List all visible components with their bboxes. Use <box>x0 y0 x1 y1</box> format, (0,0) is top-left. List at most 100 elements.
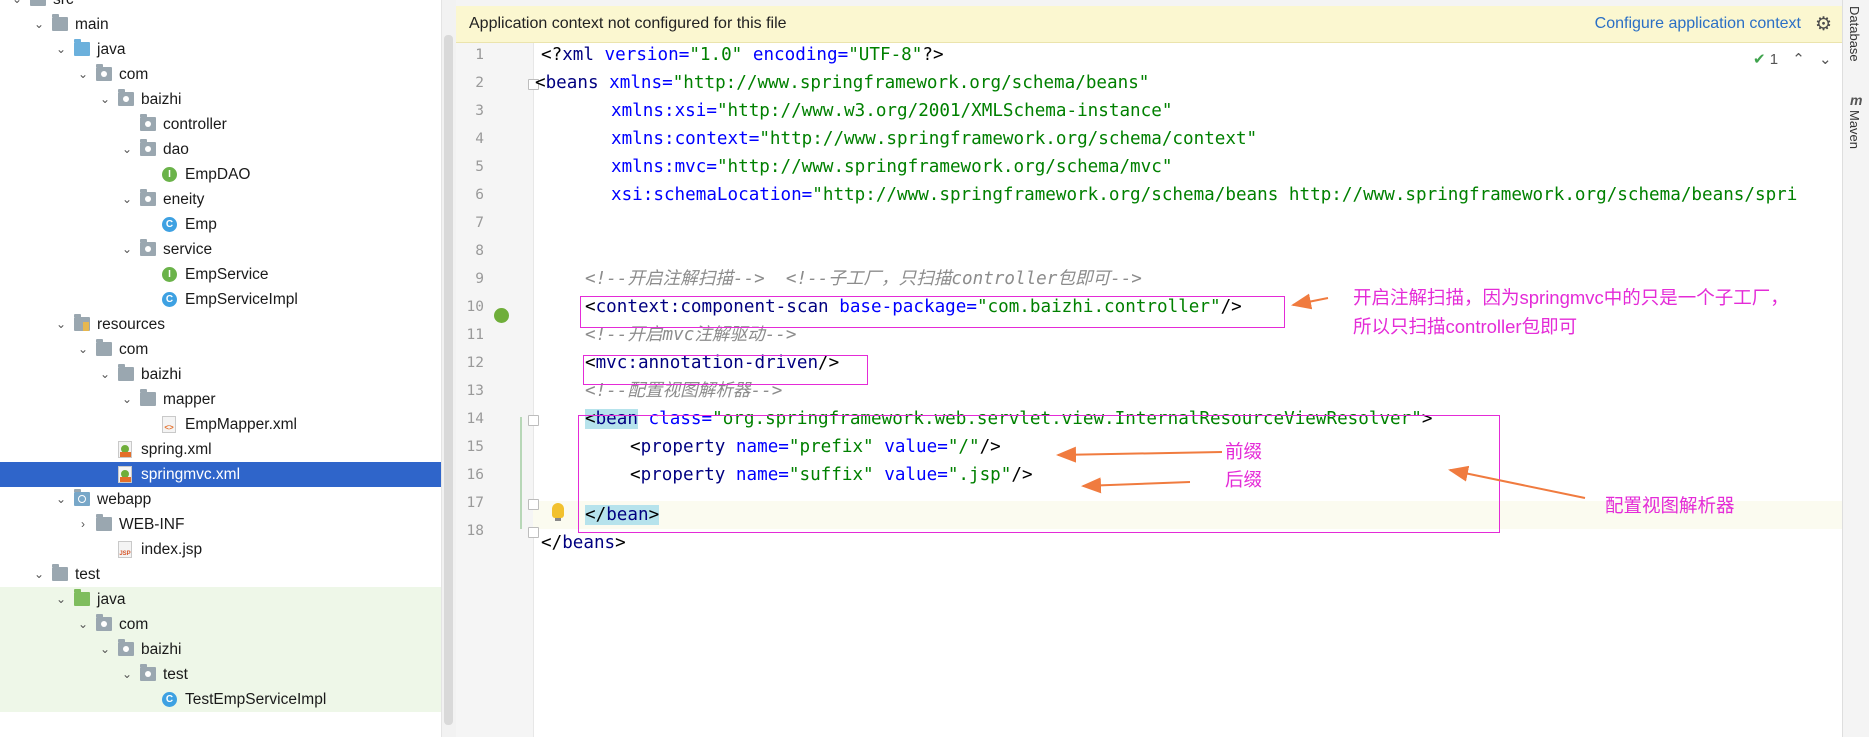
chevron-down-icon[interactable]: ⌄ <box>54 587 68 612</box>
tree-item[interactable]: C EmpServiceImpl <box>0 287 441 312</box>
tree-item[interactable]: ⌄ webapp <box>0 487 441 512</box>
test-folder-icon <box>74 589 90 606</box>
line-number: 11 <box>466 327 484 343</box>
project-tree[interactable]: ⌄ src ⌄ main ⌄ java ⌄ com ⌄ baizhi controller ⌄ dao I… <box>0 0 441 737</box>
chevron-down-icon[interactable]: ⌄ <box>120 662 134 687</box>
chevron-down-icon[interactable]: ⌄ <box>32 562 46 587</box>
tree-item-label: Emp <box>185 216 217 233</box>
chevron-down-icon[interactable]: ⌄ <box>120 137 134 162</box>
tree-item[interactable]: ⌄ com <box>0 612 441 637</box>
fold-marker-icon[interactable] <box>528 499 539 510</box>
spring-bean-gutter-icon[interactable] <box>494 308 509 323</box>
chevron-down-icon[interactable]: ⌄ <box>120 237 134 262</box>
folder-icon <box>96 514 112 531</box>
code-line-1[interactable]: <?xml version="1.0" encoding="UTF-8"?> <box>541 41 944 69</box>
package-icon <box>140 664 156 681</box>
inspection-widget[interactable]: ✔ 1 ⌃ ⌄ <box>1753 50 1832 68</box>
gear-icon[interactable]: ⚙ <box>1815 13 1832 36</box>
tree-item[interactable]: <> EmpMapper.xml <box>0 412 441 437</box>
tree-item[interactable]: ⌄ test <box>0 662 441 687</box>
chevron-down-icon[interactable]: ⌄ <box>32 12 46 37</box>
project-tree-scrollbar[interactable] <box>441 0 456 737</box>
code-line-4[interactable]: xmlns:context="http://www.springframewor… <box>611 125 1257 153</box>
fold-marker-icon[interactable] <box>528 415 539 426</box>
code-line-18[interactable]: </beans> <box>541 529 626 557</box>
tree-item[interactable]: spring.xml <box>0 437 441 462</box>
tree-item[interactable]: C Emp <box>0 212 441 237</box>
database-tab[interactable]: Database <box>1847 6 1862 62</box>
scrollbar-thumb[interactable] <box>444 35 453 725</box>
tree-item-label: com <box>119 616 149 633</box>
spring-xml-icon <box>118 441 132 458</box>
code-line-9-comment[interactable]: <!--开启注解扫描--> <!--子工厂，只扫描controller包即可--… <box>585 265 1142 293</box>
tree-item-label: main <box>75 16 109 33</box>
line-number: 14 <box>466 411 484 427</box>
tree-item[interactable]: ⌄ baizhi <box>0 637 441 662</box>
chevron-down-icon[interactable]: ⌄ <box>10 0 24 12</box>
tree-item[interactable]: ⌄ baizhi <box>0 362 441 387</box>
tree-item[interactable]: ⌄ dao <box>0 137 441 162</box>
chevron-down-icon[interactable]: ⌄ <box>1819 51 1832 68</box>
chevron-up-icon[interactable]: ⌃ <box>1792 51 1805 68</box>
chevron-down-icon[interactable]: ⌄ <box>120 187 134 212</box>
tree-item[interactable]: ⌄ test <box>0 562 441 587</box>
tree-item-label: EmpServiceImpl <box>185 291 298 308</box>
line-number: 8 <box>475 243 484 259</box>
tree-item[interactable]: JSP index.jsp <box>0 537 441 562</box>
tree-item[interactable]: ⌄ eneity <box>0 187 441 212</box>
chevron-down-icon[interactable]: ⌄ <box>98 637 112 662</box>
tree-item-label: EmpService <box>185 266 269 283</box>
tree-item[interactable]: ⌄ service <box>0 237 441 262</box>
line-number: 10 <box>466 299 484 315</box>
tree-item[interactable]: I EmpDAO <box>0 162 441 187</box>
chevron-right-icon[interactable]: › <box>76 512 90 537</box>
chevron-down-icon[interactable]: ⌄ <box>98 87 112 112</box>
tree-item[interactable]: ⌄ com <box>0 62 441 87</box>
lightbulb-icon[interactable] <box>552 503 564 521</box>
highlight-box-component-scan <box>580 296 1285 328</box>
chevron-down-icon[interactable]: ⌄ <box>76 612 90 637</box>
jsp-file-icon: JSP <box>118 541 132 558</box>
line-number: 4 <box>475 131 484 147</box>
tree-item[interactable]: › WEB-INF <box>0 512 441 537</box>
tree-item-label: resources <box>97 316 166 333</box>
maven-tab[interactable]: Maven <box>1847 110 1862 149</box>
tree-item[interactable]: C TestEmpServiceImpl <box>0 687 441 712</box>
tree-item[interactable]: ⌄ src <box>0 0 441 12</box>
code-line-5[interactable]: xmlns:mvc="http://www.springframework.or… <box>611 153 1172 181</box>
tree-item[interactable]: controller <box>0 112 441 137</box>
tree-item[interactable]: springmvc.xml <box>0 462 441 487</box>
chevron-down-icon[interactable]: ⌄ <box>54 37 68 62</box>
configure-context-link[interactable]: Configure application context <box>1595 15 1801 33</box>
folder-icon <box>52 14 68 31</box>
web-folder-icon <box>74 489 90 506</box>
chevron-down-icon[interactable]: ⌄ <box>120 387 134 412</box>
chevron-down-icon[interactable]: ⌄ <box>54 312 68 337</box>
tree-item[interactable]: ⌄ java <box>0 587 441 612</box>
line-number: 13 <box>466 383 484 399</box>
tree-item[interactable]: ⌄ main <box>0 12 441 37</box>
tree-item[interactable]: ⌄ resources <box>0 312 441 337</box>
tree-item[interactable]: ⌄ com <box>0 337 441 362</box>
tree-item-label: spring.xml <box>141 441 212 458</box>
folder-icon <box>140 389 156 406</box>
code-line-2[interactable]: <beans xmlns="http://www.springframework… <box>535 69 1149 97</box>
chevron-down-icon[interactable]: ⌄ <box>54 487 68 512</box>
source-folder-icon <box>74 39 90 56</box>
chevron-down-icon[interactable]: ⌄ <box>98 362 112 387</box>
chevron-down-icon[interactable]: ⌄ <box>76 62 90 87</box>
line-number: 1 <box>475 47 484 63</box>
tree-item[interactable]: I EmpService <box>0 262 441 287</box>
tree-item[interactable]: ⌄ baizhi <box>0 87 441 112</box>
tree-item-label: controller <box>163 116 227 133</box>
tree-item[interactable]: ⌄ java <box>0 37 441 62</box>
right-tool-window-bar: Database m Maven <box>1842 0 1869 737</box>
tree-item[interactable]: ⌄ mapper <box>0 387 441 412</box>
chevron-down-icon[interactable]: ⌄ <box>76 337 90 362</box>
tree-item-label: index.jsp <box>141 541 203 558</box>
code-line-3[interactable]: xmlns:xsi="http://www.w3.org/2001/XMLSch… <box>611 97 1172 125</box>
tree-item-label: test <box>75 566 100 583</box>
tree-item-label: EmpDAO <box>185 166 251 183</box>
code-line-6[interactable]: xsi:schemaLocation="http://www.springfra… <box>611 181 1841 209</box>
fold-marker-icon[interactable] <box>528 527 539 538</box>
